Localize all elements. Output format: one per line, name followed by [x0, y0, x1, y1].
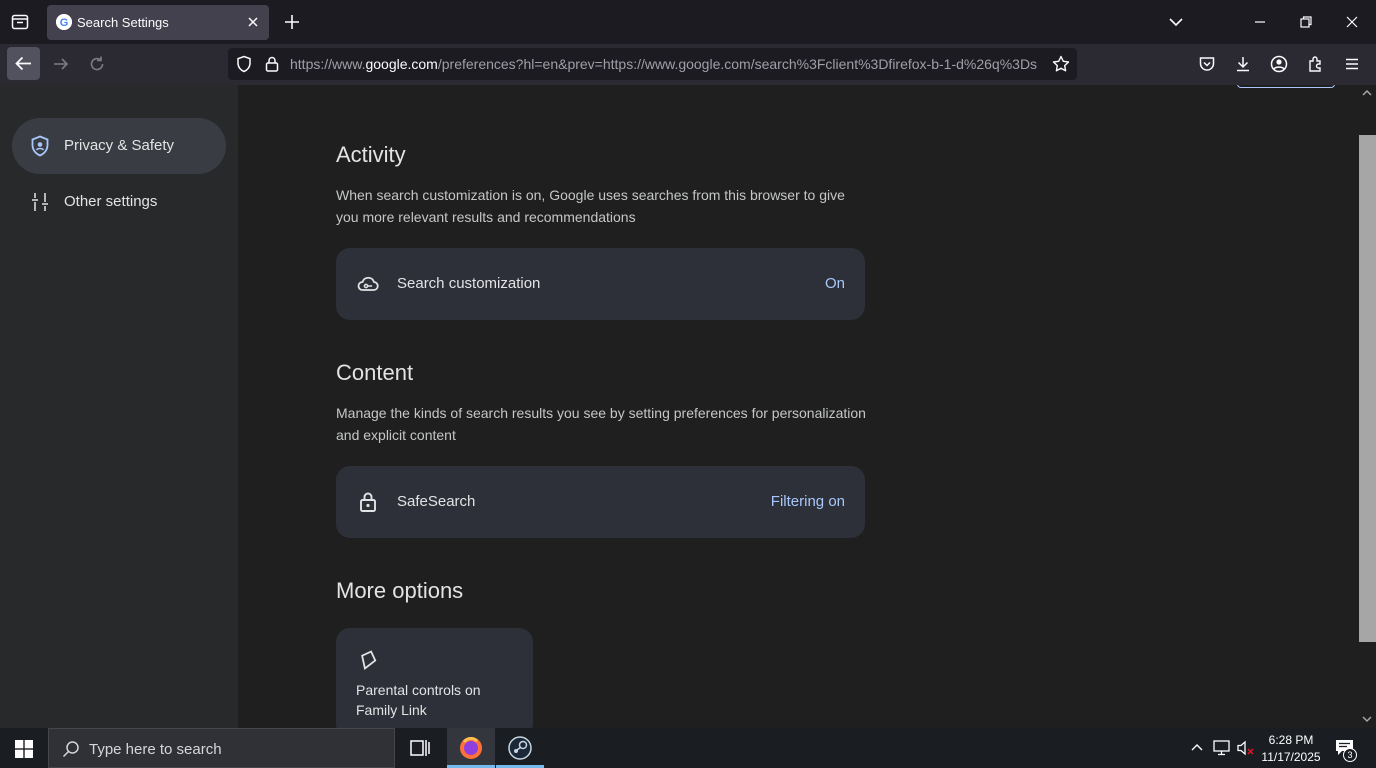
sidebar-item-label: Other settings: [64, 193, 158, 210]
parental-controls-card[interactable]: Parental controls on Family Link: [336, 628, 533, 728]
tracking-shield-icon[interactable]: [235, 55, 253, 73]
tab-list-icon[interactable]: [10, 12, 30, 32]
partial-header-button[interactable]: [1237, 85, 1335, 88]
taskbar-search-box[interactable]: Type here to search: [48, 728, 395, 768]
restore-icon[interactable]: [1296, 12, 1316, 32]
taskbar: Type here to search 6:28 PM 11/17/2025 3: [0, 728, 1376, 768]
windows-start-icon[interactable]: [15, 740, 33, 758]
cloud-key-icon: [356, 272, 380, 296]
volume-muted-icon[interactable]: [1236, 739, 1256, 757]
task-view-icon[interactable]: [396, 728, 444, 768]
chevron-down-icon[interactable]: [1166, 12, 1186, 32]
close-tab-icon[interactable]: [243, 12, 263, 32]
url-path: /preferences?hl=en&prev=https://www.goog…: [437, 56, 1038, 72]
google-favicon-icon: G: [56, 14, 72, 30]
tab-title: Search Settings: [77, 15, 169, 30]
url-text[interactable]: https://www.google.com/preferences?hl=en…: [290, 56, 1045, 72]
url-bar[interactable]: https://www.google.com/preferences?hl=en…: [228, 48, 1077, 80]
reload-icon[interactable]: [87, 54, 107, 74]
extensions-icon[interactable]: [1306, 54, 1326, 74]
sliders-icon: [28, 190, 52, 214]
settings-page: Privacy & Safety Other settings Activity…: [0, 85, 1358, 728]
menu-icon[interactable]: [1342, 54, 1362, 74]
new-tab-icon[interactable]: [282, 12, 302, 32]
tab-strip: G Search Settings: [0, 0, 1376, 44]
tray-chevron-up-icon[interactable]: [1189, 740, 1205, 756]
nav-toolbar: https://www.google.com/preferences?hl=en…: [0, 44, 1376, 85]
scrollbar-thumb[interactable]: [1359, 135, 1376, 642]
section-heading-more-options: More options: [336, 578, 464, 603]
section-heading-activity: Activity: [336, 142, 406, 167]
safesearch-status: Filtering on: [770, 493, 845, 510]
sidebar: Privacy & Safety Other settings: [0, 85, 238, 728]
minimize-icon[interactable]: [1250, 12, 1270, 32]
scroll-up-icon[interactable]: [1361, 88, 1373, 98]
notification-count-badge: 3: [1343, 748, 1357, 762]
tab-search-settings[interactable]: G Search Settings: [47, 5, 269, 40]
lock-icon[interactable]: [263, 55, 281, 73]
search-customization-label: Search customization: [397, 275, 541, 292]
url-domain: google.com: [365, 56, 438, 72]
url-prefix: https://www.: [290, 56, 366, 72]
search-icon: [61, 739, 81, 759]
shield-icon: [28, 134, 52, 158]
sidebar-item-label: Privacy & Safety: [64, 137, 175, 154]
scroll-down-icon[interactable]: [1361, 714, 1373, 724]
safesearch-card[interactable]: SafeSearch Filtering on: [336, 466, 865, 538]
downloads-icon[interactable]: [1233, 54, 1253, 74]
notifications-icon[interactable]: 3: [1334, 738, 1360, 762]
sidebar-item-privacy-safety[interactable]: Privacy & Safety: [12, 118, 226, 174]
bookmark-star-icon[interactable]: [1051, 54, 1071, 74]
section-heading-content: Content: [336, 360, 414, 385]
lock-icon: [356, 490, 380, 514]
svg-text:G: G: [60, 17, 69, 29]
taskbar-search-placeholder: Type here to search: [89, 741, 222, 758]
account-icon[interactable]: [1269, 54, 1289, 74]
forward-icon[interactable]: [51, 54, 71, 74]
firefox-taskbar-icon[interactable]: [447, 728, 495, 768]
sidebar-item-other-settings[interactable]: Other settings: [12, 174, 226, 230]
pocket-icon[interactable]: [1197, 54, 1217, 74]
taskbar-clock[interactable]: 6:28 PM 11/17/2025: [1259, 732, 1323, 766]
network-icon[interactable]: [1212, 739, 1232, 757]
clock-time: 6:28 PM: [1268, 733, 1314, 747]
search-customization-status: On: [824, 275, 845, 292]
steam-taskbar-icon[interactable]: [496, 728, 544, 768]
close-window-icon[interactable]: [1342, 12, 1362, 32]
activity-description: When search customization is on, Google …: [336, 187, 845, 225]
search-customization-card[interactable]: Search customization On: [336, 248, 865, 320]
back-button[interactable]: [7, 47, 40, 80]
safesearch-label: SafeSearch: [397, 493, 476, 510]
clock-date: 11/17/2025: [1261, 750, 1321, 764]
content-description: Manage the kinds of search results you s…: [336, 405, 866, 443]
family-link-icon: [356, 648, 380, 672]
parental-controls-label: Parental controls on Family Link: [356, 682, 481, 718]
